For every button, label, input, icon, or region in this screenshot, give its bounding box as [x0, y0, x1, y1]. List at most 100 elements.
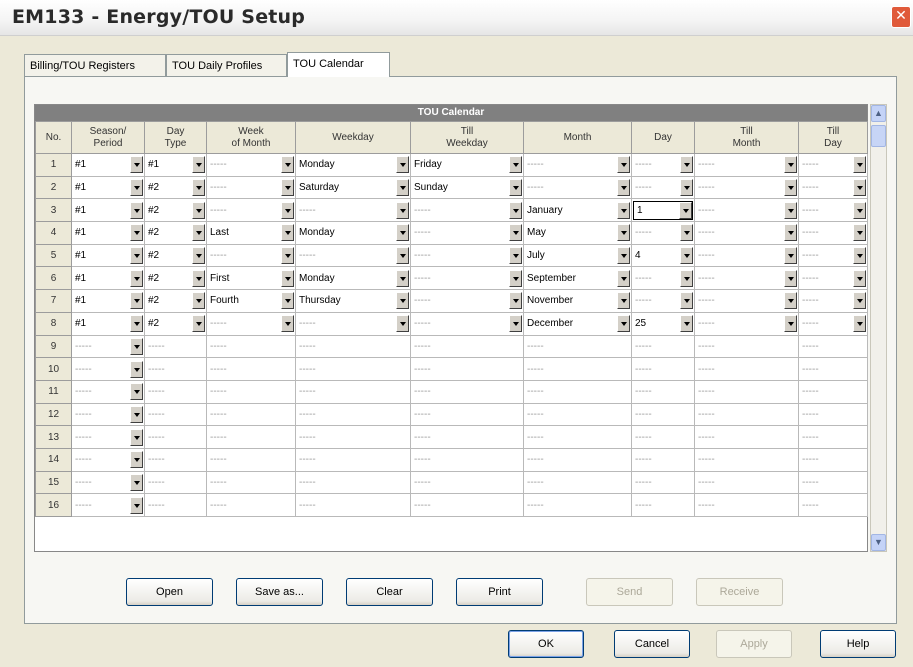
tab-tou-daily-profiles[interactable]: TOU Daily Profiles — [166, 54, 287, 76]
cell-till-month-dropdown[interactable]: ----- — [695, 290, 798, 311]
cell-season-period-dropdown[interactable]: #1 — [72, 177, 144, 198]
dropdown-arrow-icon[interactable] — [784, 292, 797, 310]
cell-month-dropdown[interactable]: ----- — [524, 177, 631, 198]
cell-till-month-dropdown[interactable]: ----- — [695, 200, 798, 221]
dropdown-arrow-icon[interactable] — [281, 292, 294, 310]
dropdown-arrow-icon[interactable] — [192, 201, 205, 219]
cell-day-type-dropdown[interactable]: #2 — [145, 268, 206, 289]
cell-till-month-dropdown[interactable]: ----- — [695, 222, 798, 243]
cell-month[interactable]: ----- — [524, 359, 631, 380]
cell-till-day[interactable]: ----- — [799, 495, 867, 516]
cell-week-of-month[interactable]: ----- — [207, 359, 295, 380]
cell-month-dropdown[interactable]: ----- — [524, 154, 631, 175]
dropdown-arrow-icon[interactable] — [853, 156, 866, 174]
dropdown-arrow-icon[interactable] — [680, 292, 693, 310]
cell-till-weekday-dropdown[interactable]: Friday — [411, 154, 523, 175]
cell-week-of-month-dropdown[interactable]: ----- — [207, 313, 295, 334]
cell-day-dropdown[interactable]: ----- — [632, 222, 694, 243]
cell-day-dropdown[interactable]: ----- — [632, 177, 694, 198]
cell-till-month[interactable]: ----- — [695, 359, 798, 380]
dropdown-arrow-icon[interactable] — [617, 269, 630, 287]
cell-month[interactable]: ----- — [524, 495, 631, 516]
cell-season-period-dropdown[interactable]: #1 — [72, 268, 144, 289]
cell-till-weekday[interactable]: ----- — [411, 495, 523, 516]
cell-month-dropdown[interactable]: May — [524, 222, 631, 243]
dropdown-arrow-icon[interactable] — [192, 269, 205, 287]
dropdown-arrow-icon[interactable] — [509, 315, 522, 333]
cell-till-weekday-dropdown[interactable]: ----- — [411, 245, 523, 266]
cell-season-period-dropdown[interactable]: ----- — [72, 336, 144, 357]
cell-day-type-dropdown[interactable]: #2 — [145, 245, 206, 266]
cell-season-period-dropdown[interactable]: #1 — [72, 290, 144, 311]
dropdown-arrow-icon[interactable] — [784, 315, 797, 333]
dropdown-arrow-icon[interactable] — [679, 201, 692, 219]
cell-till-month[interactable]: ----- — [695, 381, 798, 402]
cell-season-period-dropdown[interactable]: #1 — [72, 200, 144, 221]
apply-button[interactable]: Apply — [716, 630, 792, 658]
cell-week-of-month[interactable]: ----- — [207, 427, 295, 448]
clear-button[interactable]: Clear — [346, 578, 433, 606]
dropdown-arrow-icon[interactable] — [192, 292, 205, 310]
cell-till-month[interactable]: ----- — [695, 472, 798, 493]
cell-day-dropdown[interactable]: 1 — [633, 200, 693, 220]
cell-week-of-month-dropdown[interactable]: ----- — [207, 245, 295, 266]
dropdown-arrow-icon[interactable] — [281, 224, 294, 242]
dropdown-arrow-icon[interactable] — [281, 269, 294, 287]
scroll-thumb[interactable] — [871, 125, 886, 147]
dropdown-arrow-icon[interactable] — [130, 224, 143, 242]
cell-day-type[interactable]: ----- — [145, 336, 206, 357]
cell-season-period-dropdown[interactable]: ----- — [72, 472, 144, 493]
cell-till-day-dropdown[interactable]: ----- — [799, 177, 867, 198]
cell-season-period-dropdown[interactable]: ----- — [72, 404, 144, 425]
dropdown-arrow-icon[interactable] — [784, 269, 797, 287]
dropdown-arrow-icon[interactable] — [396, 315, 409, 333]
cell-month-dropdown[interactable]: September — [524, 268, 631, 289]
cell-till-weekday[interactable]: ----- — [411, 472, 523, 493]
cell-week-of-month[interactable]: ----- — [207, 381, 295, 402]
dropdown-arrow-icon[interactable] — [396, 269, 409, 287]
cell-till-month[interactable]: ----- — [695, 495, 798, 516]
cell-till-weekday[interactable]: ----- — [411, 427, 523, 448]
cell-day[interactable]: ----- — [632, 359, 694, 380]
receive-button[interactable]: Receive — [696, 578, 783, 606]
cell-month[interactable]: ----- — [524, 427, 631, 448]
cell-till-day[interactable]: ----- — [799, 381, 867, 402]
tab-tou-calendar[interactable]: TOU Calendar — [287, 52, 390, 77]
dropdown-arrow-icon[interactable] — [509, 247, 522, 265]
cell-week-of-month-dropdown[interactable]: Last — [207, 222, 295, 243]
cell-day[interactable]: ----- — [632, 404, 694, 425]
ok-button[interactable]: OK — [508, 630, 584, 658]
scroll-down-button[interactable]: ▼ — [871, 534, 886, 551]
dropdown-arrow-icon[interactable] — [130, 360, 143, 378]
cell-day-dropdown[interactable]: ----- — [632, 268, 694, 289]
cell-weekday-dropdown[interactable]: Thursday — [296, 290, 410, 311]
cell-till-weekday-dropdown[interactable]: ----- — [411, 313, 523, 334]
cell-till-day-dropdown[interactable]: ----- — [799, 290, 867, 311]
dropdown-arrow-icon[interactable] — [784, 201, 797, 219]
cell-day-type-dropdown[interactable]: #1 — [145, 154, 206, 175]
cancel-button[interactable]: Cancel — [614, 630, 690, 658]
dropdown-arrow-icon[interactable] — [784, 156, 797, 174]
cell-season-period-dropdown[interactable]: ----- — [72, 381, 144, 402]
cell-till-day[interactable]: ----- — [799, 449, 867, 470]
cell-day-dropdown[interactable]: 4 — [632, 245, 694, 266]
dropdown-arrow-icon[interactable] — [680, 269, 693, 287]
cell-day-type[interactable]: ----- — [145, 495, 206, 516]
cell-till-day[interactable]: ----- — [799, 359, 867, 380]
cell-till-day-dropdown[interactable]: ----- — [799, 222, 867, 243]
cell-day[interactable]: ----- — [632, 381, 694, 402]
cell-day-type-dropdown[interactable]: #2 — [145, 200, 206, 221]
cell-till-weekday[interactable]: ----- — [411, 359, 523, 380]
dropdown-arrow-icon[interactable] — [281, 315, 294, 333]
dropdown-arrow-icon[interactable] — [853, 247, 866, 265]
dropdown-arrow-icon[interactable] — [784, 179, 797, 197]
dropdown-arrow-icon[interactable] — [509, 201, 522, 219]
dropdown-arrow-icon[interactable] — [130, 473, 143, 491]
cell-month[interactable]: ----- — [524, 336, 631, 357]
cell-till-day-dropdown[interactable]: ----- — [799, 313, 867, 334]
cell-day-type[interactable]: ----- — [145, 404, 206, 425]
cell-till-month-dropdown[interactable]: ----- — [695, 268, 798, 289]
dropdown-arrow-icon[interactable] — [130, 428, 143, 446]
dropdown-arrow-icon[interactable] — [853, 269, 866, 287]
cell-day[interactable]: ----- — [632, 427, 694, 448]
